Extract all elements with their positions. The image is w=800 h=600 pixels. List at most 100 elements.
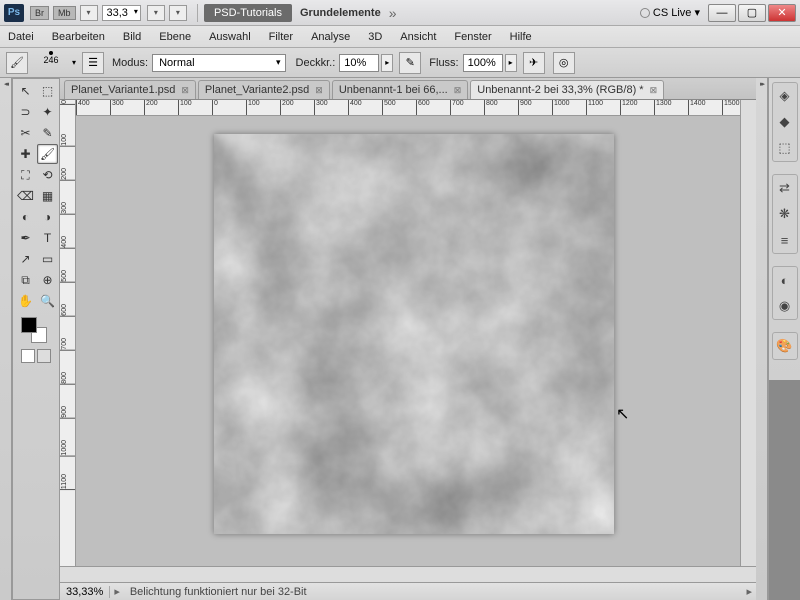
panel-icon[interactable]: ≡ [775,230,795,250]
brush-preview[interactable]: 246 [36,51,66,75]
menu-bild[interactable]: Bild [123,31,141,43]
bridge-badge[interactable]: Br [30,6,49,20]
pen-tool[interactable]: ✒ [15,228,36,248]
menu-ebene[interactable]: Ebene [159,31,191,43]
maximize-button[interactable]: ▢ [738,4,766,22]
canvas-viewport[interactable]: ↖ [76,116,740,566]
menu-3d[interactable]: 3D [368,31,382,43]
status-zoom[interactable]: 33,33% [60,586,110,598]
status-message: Belichtung funktioniert nur bei 32-Bit [124,586,743,598]
panel-icon[interactable]: ⬚ [775,138,795,158]
opacity-input[interactable]: 10% [339,54,379,72]
tab-close-icon[interactable]: ⊠ [454,85,462,96]
tablet-size-icon[interactable]: ◎ [553,52,575,74]
document-tab[interactable]: Planet_Variante1.psd ⊠ [64,80,196,99]
flow-flyout-icon[interactable]: ▸ [505,54,517,72]
hand-tool[interactable]: ✋ [15,291,36,311]
color-swatches[interactable] [15,317,57,345]
ruler-space: 010020030040050060070080090010001100 400… [60,100,756,566]
tab-label: Unbenannt-2 bei 33,3% (RGB/8) * [477,84,643,96]
panel-icon[interactable]: 🎨 [775,336,795,356]
zoom-select[interactable]: 33,3 [102,5,141,21]
shape-tool[interactable]: ▭ [37,249,58,269]
stamp-tool[interactable]: ⛶ [15,165,36,185]
tab-close-icon[interactable]: ⊠ [315,85,323,96]
dropdown-arrow-icon[interactable]: ▾ [72,58,76,67]
title-bar: Ps Br Mb 33,3 PSD-Tutorials Grundelement… [0,0,800,26]
lasso-tool[interactable]: ⊃ [15,102,36,122]
canvas-column: 4003002001000100200300400500600700800900… [76,100,740,566]
panel-icon[interactable]: ◐ [775,270,795,290]
brush-panel-icon[interactable]: ☰ [82,52,104,74]
panel-icon[interactable]: ◈ [775,86,795,106]
menu-bearbeiten[interactable]: Bearbeiten [52,31,105,43]
dodge-tool[interactable]: ◑ [37,207,58,227]
marquee-tool[interactable]: ⬚ [37,81,58,101]
panel-group: ◐◉ [772,266,798,320]
options-bar: 🖌 246 ▾ ☰ Modus: Normal Deckkr.: 10% ▸ ✎… [0,48,800,78]
screenmode-dropdown-icon[interactable] [169,5,187,21]
panel-icon[interactable]: ❋ [775,204,795,224]
status-flyout2-icon[interactable]: ▸ [742,585,756,598]
current-tool-icon[interactable]: 🖌 [6,52,28,74]
minimize-button[interactable]: — [708,4,736,22]
opacity-flyout-icon[interactable]: ▸ [381,54,393,72]
blur-tool[interactable]: ◐ [15,207,36,227]
left-collapse-strip[interactable] [0,78,12,600]
document-tab[interactable]: Unbenannt-2 bei 33,3% (RGB/8) * ⊠ [470,80,664,99]
close-button[interactable]: ✕ [768,4,796,22]
workspace-label[interactable]: PSD-Tutorials [204,4,292,22]
tab-label: Planet_Variante1.psd [71,84,175,96]
right-collapse-strip[interactable] [756,78,768,600]
menu-ansicht[interactable]: Ansicht [400,31,436,43]
canvas[interactable] [214,134,614,534]
panel-icon[interactable]: ◆ [775,112,795,132]
arrange-dropdown-icon[interactable] [147,5,165,21]
document-tab[interactable]: Planet_Variante2.psd⊠ [198,80,330,99]
brush-tool[interactable]: 🖌 [37,144,58,164]
eraser-tool[interactable]: ⌫ [15,186,36,206]
menu-auswahl[interactable]: Auswahl [209,31,251,43]
panel-group: 🎨 [772,332,798,360]
horizontal-scrollbar[interactable] [60,566,756,582]
zoom-tool[interactable]: 🔍 [37,291,58,311]
eyedropper-tool[interactable]: ✎ [37,123,58,143]
foreground-swatch[interactable] [21,317,37,333]
3d-camera-tool[interactable]: ⊕ [37,270,58,290]
gradient-tool[interactable]: ▦ [37,186,58,206]
standard-mode-button[interactable] [21,349,35,363]
move-tool[interactable]: ↖ [15,81,36,101]
cslive-button[interactable]: CS Live ▾ [640,6,700,19]
panel-icon[interactable]: ⇄ [775,178,795,198]
history-brush-tool[interactable]: ⟲ [37,165,58,185]
3d-tool[interactable]: ⧉ [15,270,36,290]
type-tool[interactable]: T [37,228,58,248]
path-tool[interactable]: ↗ [15,249,36,269]
tab-close-icon[interactable]: ⊠ [181,85,189,96]
chevrons-icon[interactable]: » [389,5,397,21]
status-bar: 33,33% ▸ Belichtung funktioniert nur bei… [60,582,756,600]
heal-tool[interactable]: ✚ [15,144,36,164]
tab-label: Unbenannt-1 bei 66,... [339,84,448,96]
film-dropdown-icon[interactable] [80,5,98,21]
panel-icon[interactable]: ◉ [775,296,795,316]
toolbox: ↖⬚⊃✦✂✎✚🖌⛶⟲⌫▦◐◑✒T↗▭⧉⊕✋🔍 [12,78,60,600]
crop-tool[interactable]: ✂ [15,123,36,143]
menu-filter[interactable]: Filter [269,31,293,43]
menu-analyse[interactable]: Analyse [311,31,350,43]
tablet-opacity-icon[interactable]: ✎ [399,52,421,74]
quickmask-mode-button[interactable] [37,349,51,363]
mode-select[interactable]: Normal [152,54,285,72]
wand-tool[interactable]: ✦ [37,102,58,122]
document-tab[interactable]: Unbenannt-1 bei 66,... ⊠ [332,80,468,99]
flow-input[interactable]: 100% [463,54,503,72]
minibridge-badge[interactable]: Mb [53,6,76,20]
tab-close-icon[interactable]: ⊠ [650,85,658,96]
menu-hilfe[interactable]: Hilfe [510,31,532,43]
vertical-scrollbar[interactable] [740,100,756,566]
clouds-render [214,134,614,534]
airbrush-icon[interactable]: ✈ [523,52,545,74]
menu-fenster[interactable]: Fenster [454,31,491,43]
menu-datei[interactable]: Datei [8,31,34,43]
status-flyout-icon[interactable]: ▸ [110,585,124,598]
